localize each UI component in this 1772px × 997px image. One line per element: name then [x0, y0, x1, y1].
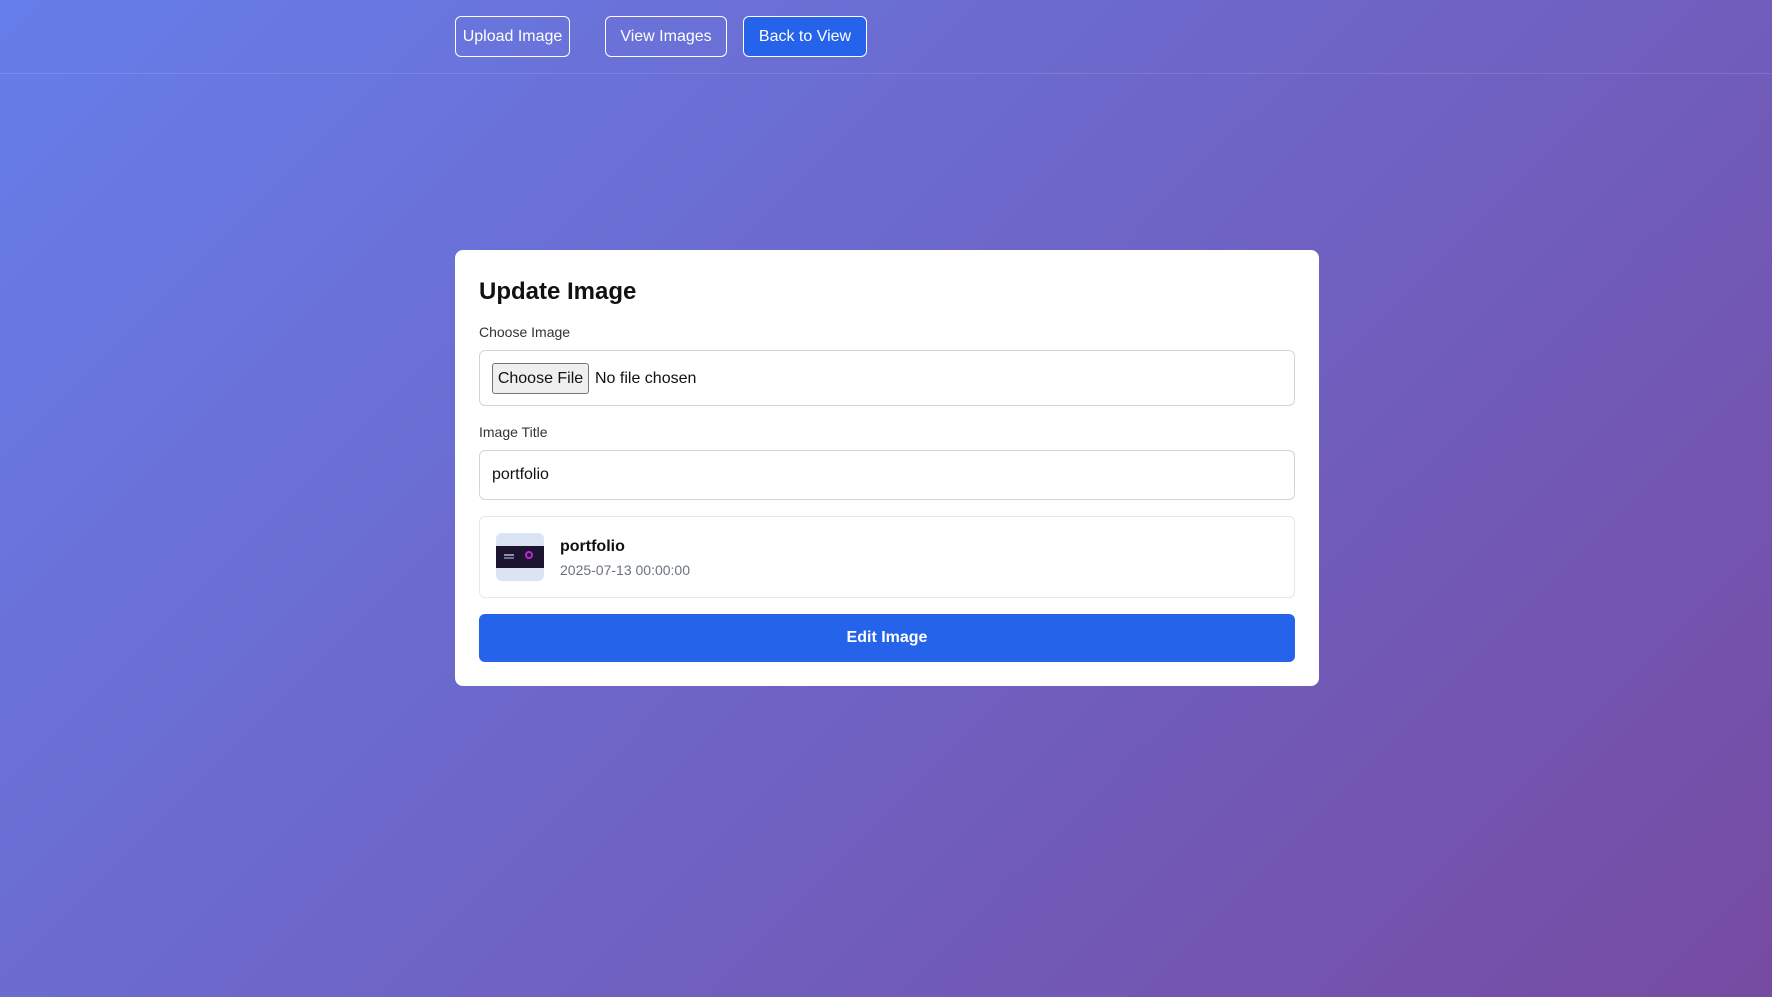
- current-image-preview: portfolio 2025-07-13 00:00:00: [479, 516, 1295, 598]
- view-images-button[interactable]: View Images: [605, 16, 727, 57]
- image-title-label: Image Title: [479, 424, 548, 440]
- edit-image-button[interactable]: Edit Image: [479, 614, 1295, 662]
- file-status-text: No file chosen: [595, 370, 697, 387]
- file-input[interactable]: Choose File No file chosen: [479, 350, 1295, 406]
- image-title-input[interactable]: [479, 450, 1295, 500]
- form-heading: Update Image: [479, 278, 637, 305]
- top-navigation-bar: Upload Image View Images Back to View: [0, 0, 1772, 74]
- image-thumbnail-icon: [496, 533, 544, 581]
- choose-image-label: Choose Image: [479, 324, 571, 340]
- preview-title: portfolio: [560, 538, 625, 555]
- upload-image-button[interactable]: Upload Image: [455, 16, 570, 57]
- update-image-card: Update Image Choose Image Choose File No…: [455, 250, 1319, 686]
- preview-date: 2025-07-13 00:00:00: [560, 562, 690, 578]
- choose-file-button[interactable]: Choose File: [492, 363, 589, 394]
- back-to-view-button[interactable]: Back to View: [743, 16, 867, 57]
